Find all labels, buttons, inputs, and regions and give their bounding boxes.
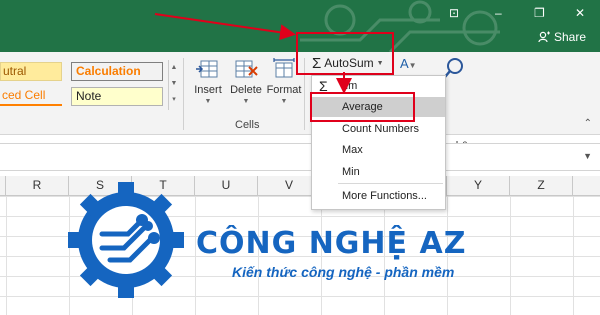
annotation-arrows [154, 13, 352, 94]
arrow-to-autosum [154, 13, 296, 41]
